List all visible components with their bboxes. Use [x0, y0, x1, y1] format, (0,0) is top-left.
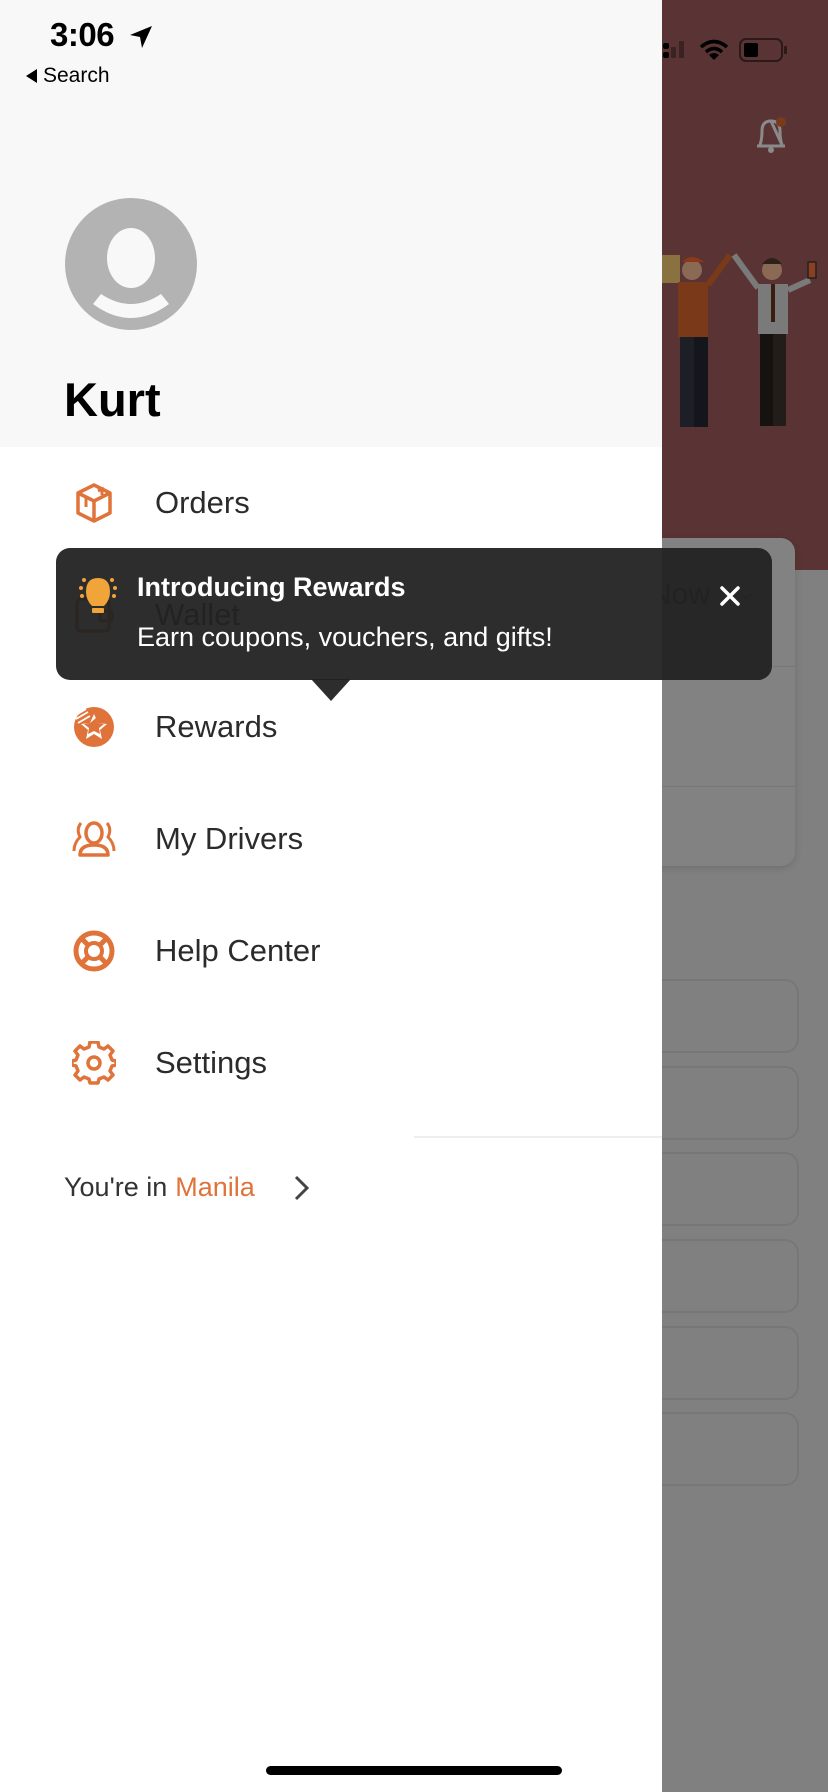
tooltip-title: Introducing Rewards — [137, 572, 406, 602]
battery-icon — [739, 38, 787, 62]
rewards-star-icon — [74, 707, 114, 747]
user-name: Kurt — [64, 373, 161, 426]
back-arrow-icon — [26, 69, 37, 83]
lightbulb-icon — [79, 578, 117, 613]
location-arrow-icon — [130, 26, 152, 48]
menu-label: My Drivers — [155, 821, 304, 856]
avatar[interactable] — [65, 198, 197, 330]
drivers-icon — [72, 821, 116, 857]
menu-item-help-center[interactable]: Help Center — [0, 901, 662, 1001]
menu-item-settings[interactable]: Settings — [0, 1013, 662, 1113]
tooltip-body: Earn coupons, vouchers, and gifts! — [137, 622, 553, 652]
city-prefix: You're in — [64, 1172, 168, 1202]
back-label: Search — [43, 64, 110, 87]
menu-label: Help Center — [155, 933, 321, 968]
side-drawer: 3:06 Search Kurt Orders Wallet — [0, 0, 662, 1792]
city-name: Manila — [175, 1172, 255, 1202]
menu-label: Settings — [155, 1045, 268, 1080]
menu-label: Rewards — [155, 709, 278, 744]
menu-item-my-drivers[interactable]: My Drivers — [0, 789, 662, 889]
gear-icon — [72, 1041, 116, 1085]
close-icon[interactable] — [716, 582, 744, 610]
box-icon — [76, 483, 112, 523]
lifebuoy-icon — [73, 930, 115, 972]
city-selector[interactable]: You're in Manila — [64, 1172, 311, 1203]
status-time: 3:06 — [50, 16, 115, 53]
back-to-search-button[interactable]: Search — [26, 64, 110, 88]
home-indicator[interactable] — [266, 1766, 562, 1775]
menu-item-orders[interactable]: Orders — [0, 453, 662, 553]
notification-bell-icon[interactable] — [754, 115, 788, 155]
drawer-profile-header: 3:06 Search Kurt — [0, 0, 662, 447]
menu-label: Orders — [155, 485, 250, 520]
tooltip-arrow — [311, 679, 351, 701]
rewards-tooltip: Introducing Rewards Earn coupons, vouche… — [56, 548, 772, 680]
status-icons — [655, 38, 789, 62]
hero-illustration — [662, 253, 817, 427]
menu-divider — [414, 1136, 662, 1138]
wifi-icon — [699, 39, 729, 60]
chevron-right-icon — [294, 1175, 309, 1200]
